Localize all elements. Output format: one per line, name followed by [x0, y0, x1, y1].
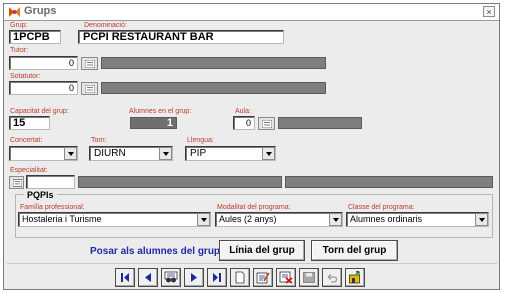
exit-icon: [349, 271, 360, 284]
sotatutor-name-display: [101, 82, 326, 94]
aula-label: Aula:: [235, 108, 251, 115]
close-button[interactable]: ×: [483, 6, 495, 17]
undo-button[interactable]: [322, 268, 342, 287]
delete-record-icon: [279, 271, 293, 284]
title-bar: Grups ×: [4, 4, 499, 21]
exit-button[interactable]: [345, 268, 365, 287]
list-icon: [85, 60, 95, 68]
denominacio-label: Denominació:: [84, 22, 127, 29]
modalitat-dropdown-arrow[interactable]: [329, 213, 342, 226]
sotatutor-field[interactable]: 0: [9, 81, 78, 95]
next-record-button[interactable]: [184, 268, 204, 287]
alumnes-value: 1: [166, 117, 173, 129]
tutor-label: Tutor:: [10, 47, 29, 54]
edit-record-button[interactable]: [253, 268, 273, 287]
search-binoculars-icon: [164, 271, 178, 283]
especialitat-name-display: [78, 176, 282, 188]
navigation-toolbar: [7, 263, 497, 289]
save-record-icon: [303, 272, 315, 283]
grup-label: Grup:: [10, 22, 28, 29]
new-record-icon: [235, 271, 245, 284]
last-record-icon: [213, 273, 221, 282]
edit-record-icon: [256, 272, 270, 284]
new-record-button[interactable]: [230, 268, 250, 287]
tutor-name-display: [101, 57, 326, 69]
capacitat-field[interactable]: 15: [9, 116, 50, 130]
familia-value: Hostaleria i Turisme: [22, 214, 102, 224]
previous-record-icon: [145, 273, 151, 282]
torn-select[interactable]: DIURN: [89, 146, 173, 161]
llengua-label: Llengua:: [187, 137, 214, 144]
grup-field[interactable]: 1PCPB: [9, 30, 61, 44]
aula-name-display: [278, 117, 362, 129]
previous-record-button[interactable]: [138, 268, 158, 287]
undo-icon: [327, 274, 338, 283]
llengua-select[interactable]: PIP: [185, 146, 276, 161]
aula-lookup-button[interactable]: [258, 117, 275, 130]
familia-dropdown-arrow[interactable]: [197, 213, 210, 226]
first-record-icon: [121, 273, 129, 282]
grups-window: Grups × Grup: 1PCPB Denominació: PCPI RE…: [3, 3, 500, 290]
concertat-dropdown-arrow[interactable]: [64, 147, 77, 160]
classe-dropdown-arrow[interactable]: [475, 213, 488, 226]
torn-label: Torn:: [91, 137, 107, 144]
app-icon: [9, 7, 20, 17]
linia-del-grup-button[interactable]: Línia del grup: [219, 240, 305, 261]
especialitat-code-field[interactable]: [26, 175, 75, 189]
classe-label: Classe del programa:: [348, 204, 415, 211]
aula-field[interactable]: 0: [233, 116, 255, 130]
sotatutor-lookup-button[interactable]: [81, 82, 98, 95]
classe-select[interactable]: Alumnes ordinaris: [346, 212, 489, 227]
concertat-select[interactable]: [9, 146, 78, 161]
grup-value: 1PCPB: [13, 31, 50, 43]
llengua-dropdown-arrow[interactable]: [262, 147, 275, 160]
window-title: Grups: [24, 5, 57, 17]
denominacio-field[interactable]: PCPI RESTAURANT BAR: [78, 30, 284, 44]
delete-record-button[interactable]: [276, 268, 296, 287]
tutor-lookup-button[interactable]: [81, 57, 98, 70]
posar-als-alumnes-label: Posar als alumnes del grup: [90, 246, 221, 257]
sotatutor-value: 0: [68, 83, 74, 93]
sotatutor-label: Sotatutor:: [10, 73, 41, 80]
tutor-value: 0: [68, 58, 74, 68]
familia-label: Família professional:: [20, 204, 85, 211]
list-icon: [85, 85, 95, 93]
concertat-label: Concertat:: [10, 137, 43, 144]
capacitat-label: Capacitat del grup:: [10, 108, 69, 115]
alumnes-display: 1: [130, 117, 177, 129]
especialitat-extra-display: [285, 176, 493, 188]
especialitat-lookup-button[interactable]: [9, 176, 24, 189]
modalitat-select[interactable]: Aules (2 anys): [215, 212, 343, 227]
torn-del-grup-button[interactable]: Torn del grup: [311, 240, 398, 261]
search-button[interactable]: [161, 268, 181, 287]
llengua-value: PIP: [190, 148, 207, 159]
next-record-icon: [191, 273, 197, 282]
save-record-button[interactable]: [299, 268, 319, 287]
familia-select[interactable]: Hostaleria i Turisme: [18, 212, 211, 227]
torn-dropdown-arrow[interactable]: [159, 147, 172, 160]
denominacio-value: PCPI RESTAURANT BAR: [83, 31, 214, 43]
torn-value: DIURN: [94, 148, 126, 159]
classe-value: Alumnes ordinaris: [350, 214, 423, 224]
modalitat-label: Modalitat del programa:: [217, 204, 291, 211]
capacitat-value: 15: [13, 117, 26, 129]
last-record-button[interactable]: [207, 268, 227, 287]
list-icon: [262, 120, 272, 128]
aula-value: 0: [245, 118, 251, 128]
alumnes-label: Alumnes en el grup:: [129, 108, 192, 115]
especialitat-label: Especialitat:: [10, 167, 48, 174]
tutor-field[interactable]: 0: [9, 56, 78, 70]
list-icon: [13, 179, 22, 187]
first-record-button[interactable]: [115, 268, 135, 287]
modalitat-value: Aules (2 anys): [219, 214, 277, 224]
pqpi-title: PQPIs: [24, 190, 57, 200]
